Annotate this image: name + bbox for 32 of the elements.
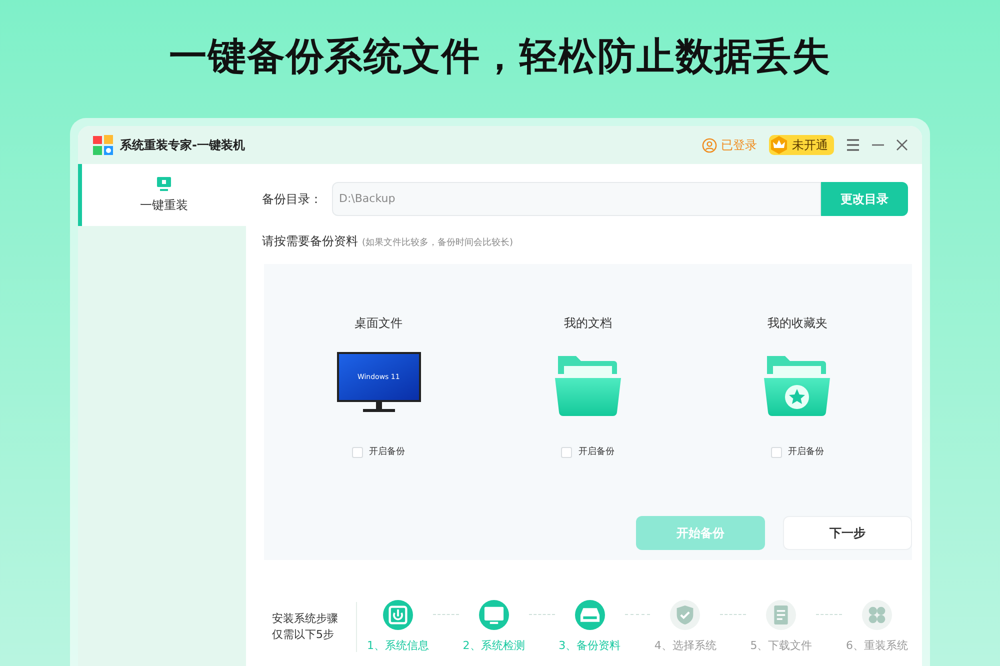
crown-icon: [769, 135, 789, 155]
steps-label: 仅需以下5步: [272, 627, 335, 644]
steps-label: 安装系统步骤: [272, 611, 339, 628]
close-icon[interactable]: [896, 139, 908, 151]
checkbox[interactable]: [352, 447, 364, 458]
backup-checkbox-label[interactable]: 开启备份: [770, 446, 824, 460]
item-title: 我的文档: [564, 315, 612, 332]
section-title: 请按需要备份资料: [262, 233, 358, 250]
step-label: 6、重装系统: [846, 638, 908, 654]
app-logo-icon: [92, 134, 114, 156]
step-label: 4、选择系统: [654, 638, 716, 654]
menu-icon[interactable]: [846, 139, 860, 151]
item-title: 我的收藏夹: [767, 315, 828, 332]
backup-checkbox-label[interactable]: 开启备份: [352, 446, 406, 460]
next-step-button[interactable]: 下一步: [783, 516, 912, 550]
user-icon: [702, 138, 717, 152]
headline: 一键备份系统文件，轻松防止数据丢失: [168, 32, 832, 80]
window-title: 系统重装专家-一键装机: [120, 137, 245, 154]
checkbox[interactable]: [770, 447, 782, 458]
backup-checkbox-label[interactable]: 开启备份: [561, 446, 614, 460]
checkbox[interactable]: [561, 447, 572, 458]
step-label: 5、下载文件: [750, 638, 812, 654]
step-label: 1、系统信息: [367, 638, 429, 654]
vip-badge[interactable]: 未开通: [769, 135, 834, 155]
sidebar-item[interactable]: 一键重装: [78, 164, 246, 226]
minimize-icon[interactable]: [872, 144, 884, 146]
monitor-icon: [156, 176, 172, 192]
backup-dir-label: 备份目录：: [262, 191, 323, 208]
section-hint: (如果文件比较多，备份时间会比较长): [362, 236, 514, 250]
step-label: 3、备份资料: [558, 638, 621, 654]
step-label: 2、系统检测: [462, 638, 525, 654]
item-title: 桌面文件: [354, 315, 403, 332]
